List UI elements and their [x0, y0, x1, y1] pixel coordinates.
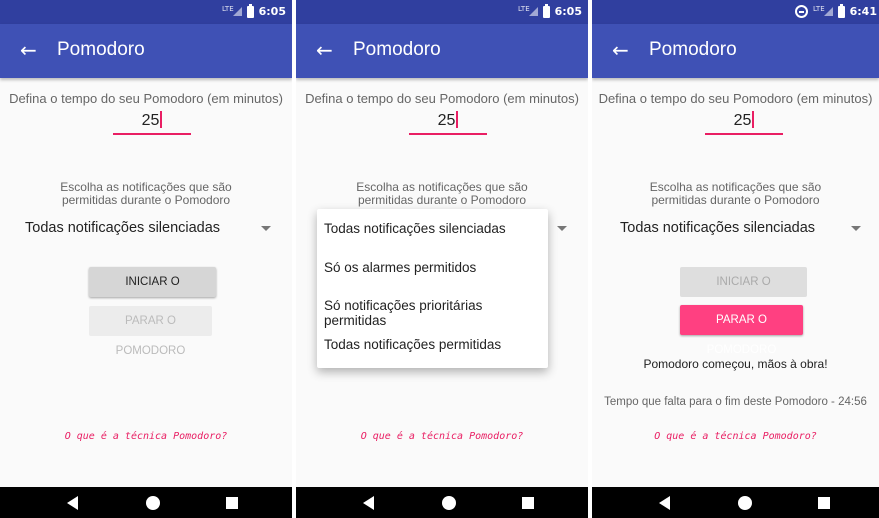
battery-icon	[542, 3, 550, 18]
nav-bar	[296, 487, 588, 518]
dropdown-arrow-icon[interactable]	[557, 226, 567, 231]
nav-back-icon[interactable]	[659, 496, 670, 510]
pomodoro-status-message: Pomodoro começou, mãos à obra!	[643, 357, 828, 371]
nav-bar	[592, 487, 879, 518]
nav-home-icon[interactable]	[738, 496, 752, 510]
notification-prompt-line2: permitidas durante o Pomodoro	[651, 193, 820, 207]
battery-icon	[837, 3, 845, 18]
app-bar: ← Pomodoro	[592, 24, 879, 78]
screen-dropdown-open: LTE 6:05 ← Pomodoro Defina o tempo do se…	[296, 0, 588, 518]
notification-dropdown-menu: Todas notificações silenciadas Só os ala…	[317, 209, 548, 368]
dropdown-option[interactable]: Todas notificações permitidas	[324, 337, 501, 352]
notification-prompt: Escolha as notificações que são permitid…	[0, 181, 292, 207]
lte-icon: LTE	[221, 4, 234, 13]
back-arrow-icon[interactable]: ←	[20, 36, 37, 64]
back-arrow-icon[interactable]: ←	[316, 36, 333, 64]
notification-prompt: Escolha as notificações que são permitid…	[296, 181, 588, 207]
nav-recents-icon[interactable]	[226, 497, 238, 509]
stop-pomodoro-button[interactable]: PARAR O POMODORO	[89, 306, 212, 357]
pomodoro-technique-link[interactable]: O que é a técnica Pomodoro?	[592, 431, 879, 442]
nav-back-icon[interactable]	[67, 496, 78, 510]
signal-icon	[528, 7, 538, 16]
battery-icon	[246, 3, 254, 18]
back-arrow-icon[interactable]: ←	[612, 36, 629, 64]
minutes-value: 25	[141, 112, 160, 129]
app-title: Pomodoro	[57, 39, 145, 60]
app-title: Pomodoro	[353, 39, 441, 60]
minutes-input[interactable]: 25	[113, 111, 191, 135]
notification-spinner[interactable]: Todas notificações silenciadas	[25, 220, 220, 236]
clock: 6:05	[258, 5, 286, 18]
nav-home-icon[interactable]	[146, 496, 160, 510]
stop-pomodoro-button[interactable]: PARAR O POMODORO	[680, 305, 803, 356]
dropdown-option[interactable]: Só notificações prioritárias permitidas	[324, 298, 548, 328]
text-cursor	[752, 111, 755, 128]
time-remaining: Tempo que falta para o fim deste Pomodor…	[604, 396, 867, 408]
nav-home-icon[interactable]	[442, 496, 456, 510]
text-cursor	[456, 111, 459, 128]
app-bar: ← Pomodoro	[0, 24, 292, 78]
minutes-input[interactable]: 25	[705, 111, 783, 135]
minutes-prompt: Defina o tempo do seu Pomodoro (em minut…	[598, 91, 873, 106]
minutes-value: 25	[733, 112, 752, 129]
dropdown-option[interactable]: Só os alarmes permitidos	[324, 260, 476, 275]
signal-icon	[232, 7, 242, 16]
status-bar: LTE 6:05	[0, 0, 292, 24]
screen-initial: LTE 6:05 ← Pomodoro Defina o tempo do se…	[0, 0, 292, 518]
minutes-value: 25	[437, 112, 456, 129]
pomodoro-technique-link[interactable]: O que é a técnica Pomodoro?	[296, 431, 588, 442]
do-not-disturb-icon	[794, 5, 808, 18]
dropdown-option[interactable]: Todas notificações silenciadas	[324, 221, 506, 236]
lte-icon: LTE	[812, 4, 825, 13]
status-bar: LTE 6:05	[296, 0, 588, 24]
minutes-prompt: Defina o tempo do seu Pomodoro (em minut…	[305, 91, 579, 106]
minutes-input[interactable]: 25	[409, 111, 487, 135]
lte-icon: LTE	[517, 4, 530, 13]
dropdown-arrow-icon[interactable]	[851, 226, 861, 231]
minutes-prompt: Defina o tempo do seu Pomodoro (em minut…	[9, 91, 283, 106]
pomodoro-technique-link[interactable]: O que é a técnica Pomodoro?	[0, 431, 292, 442]
nav-back-icon[interactable]	[363, 496, 374, 510]
nav-bar	[0, 487, 292, 518]
notification-prompt-line2: permitidas durante o Pomodoro	[357, 193, 527, 207]
screen-running: LTE 6:41 ← Pomodoro Defina o tempo do se…	[592, 0, 879, 518]
nav-recents-icon[interactable]	[522, 497, 534, 509]
signal-icon	[823, 7, 833, 16]
text-cursor	[160, 111, 163, 128]
clock: 6:41	[849, 5, 877, 18]
notification-spinner[interactable]: Todas notificações silenciadas	[620, 220, 815, 236]
status-bar: LTE 6:41	[592, 0, 879, 24]
app-title: Pomodoro	[649, 39, 737, 60]
app-bar: ← Pomodoro	[296, 24, 588, 78]
notification-prompt: Escolha as notificações que são permitid…	[592, 181, 879, 207]
notification-prompt-line2: permitidas durante o Pomodoro	[61, 193, 231, 207]
clock: 6:05	[554, 5, 582, 18]
nav-recents-icon[interactable]	[818, 497, 830, 509]
dropdown-arrow-icon[interactable]	[261, 226, 271, 231]
start-pomodoro-button[interactable]: INICIAR O POMODORO	[680, 267, 807, 318]
start-pomodoro-button[interactable]: INICIAR O POMODORO	[89, 267, 216, 318]
